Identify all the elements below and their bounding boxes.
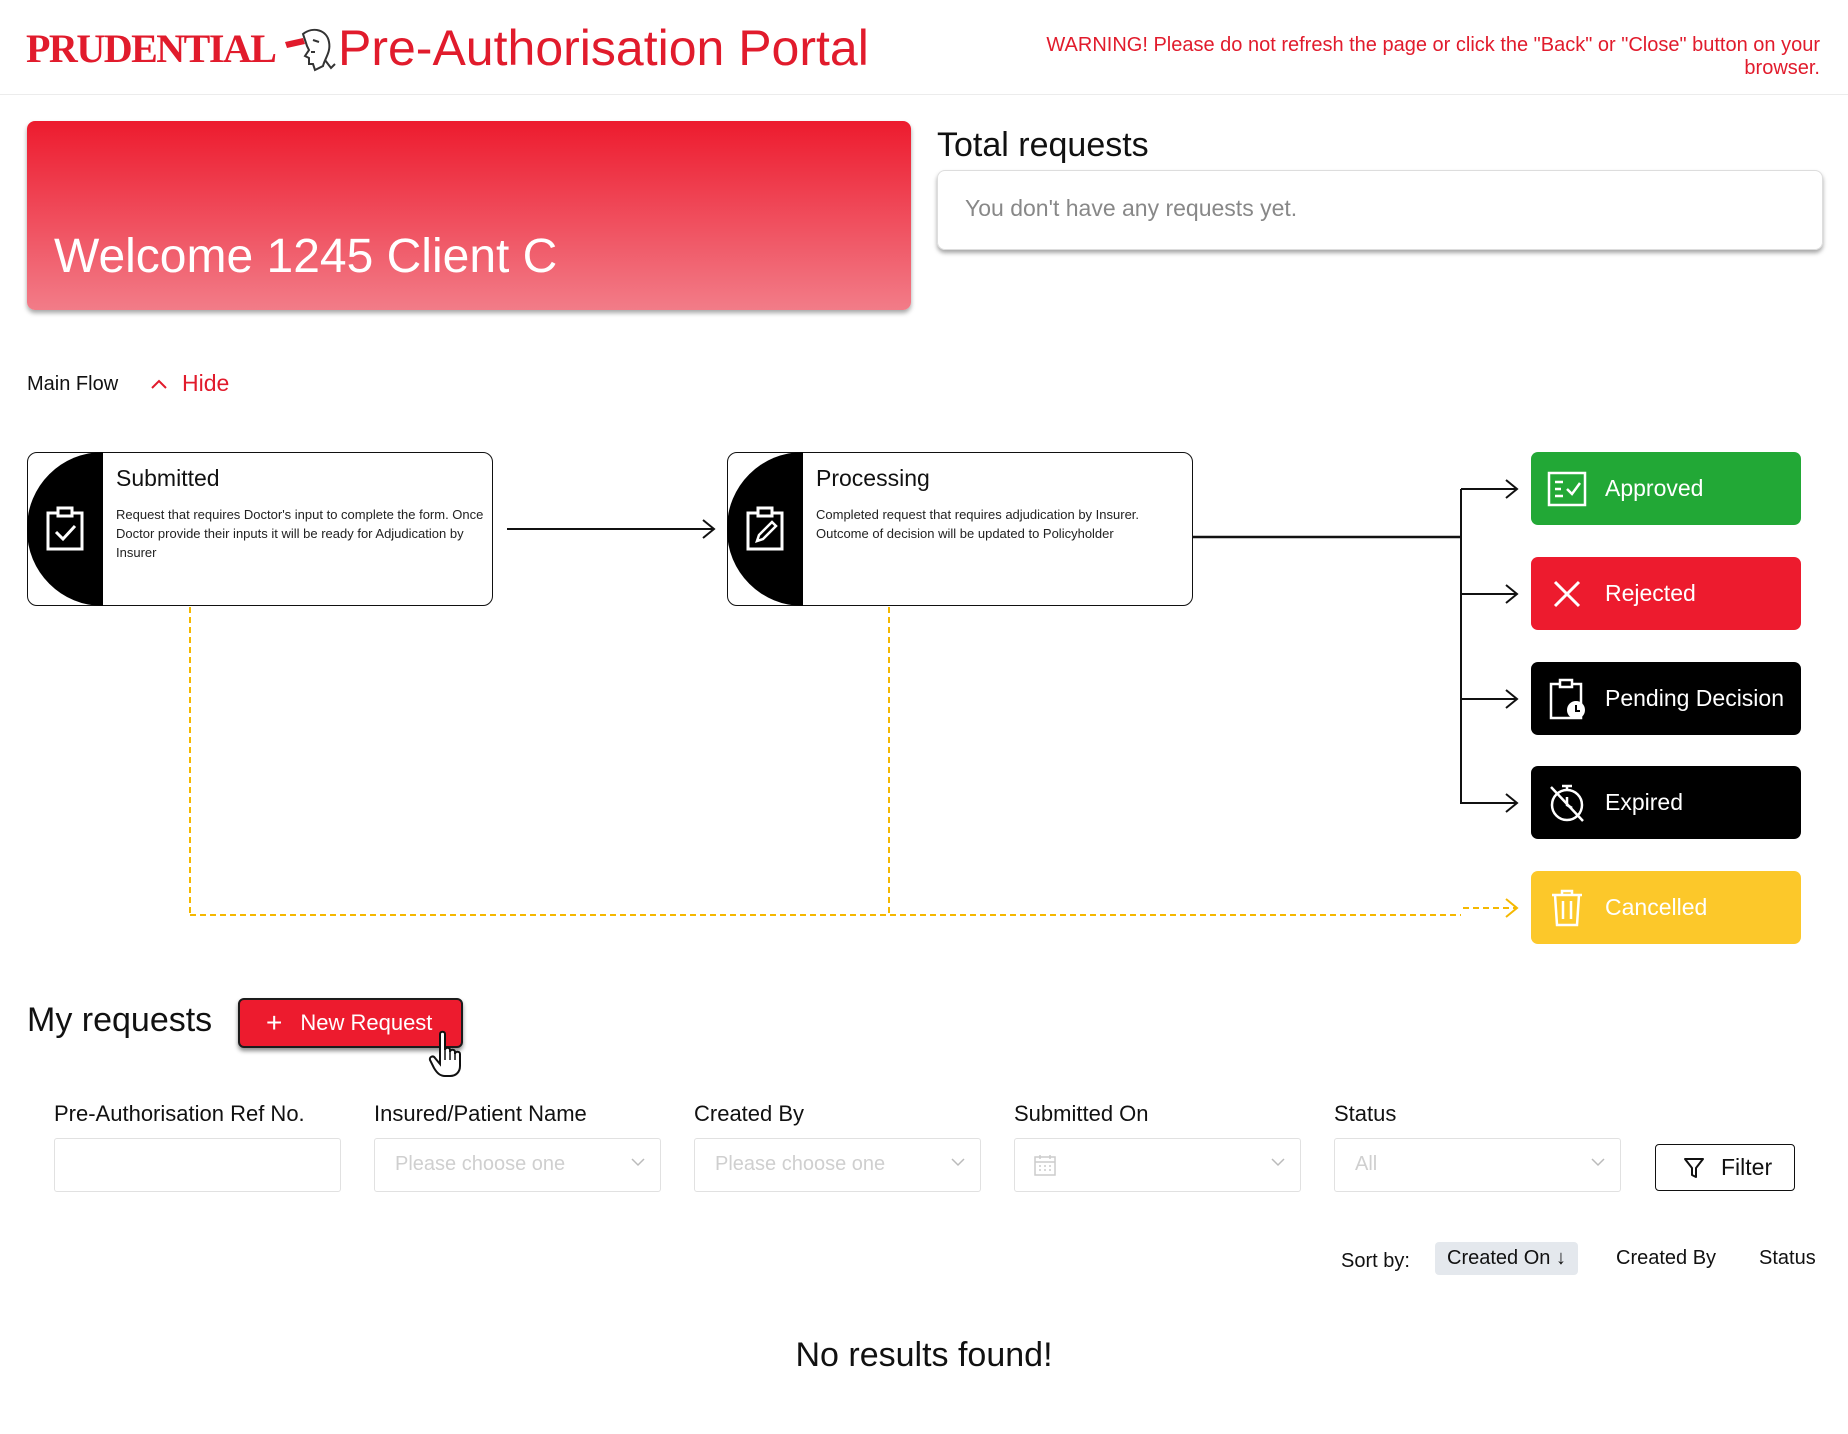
filter-label-submitted-on: Submitted On — [1014, 1101, 1149, 1126]
plus-icon: + — [266, 1007, 283, 1038]
created-by-placeholder: Please choose one — [715, 1153, 886, 1175]
flow-stage-title: Processing — [816, 465, 930, 491]
patient-name-placeholder: Please choose one — [395, 1153, 566, 1175]
funnel-icon — [1684, 1157, 1704, 1178]
status-rejected-button[interactable]: Rejected — [1531, 557, 1801, 630]
clipboard-clock-icon — [1547, 678, 1587, 719]
status-pending-decision-button[interactable]: Pending Decision — [1531, 662, 1801, 735]
filter-label-created-by: Created By — [694, 1101, 805, 1126]
created-by-select[interactable]: Please choose one — [694, 1138, 981, 1192]
status-expired-button[interactable]: Expired — [1531, 766, 1801, 839]
sort-option-label: Status — [1759, 1247, 1816, 1269]
flow-stage-cap — [27, 452, 103, 606]
sort-created-on[interactable]: Created On ↓ — [1435, 1242, 1578, 1275]
flow-stage-description: Completed request that requires adjudica… — [816, 507, 1140, 541]
trash-icon — [1547, 888, 1587, 928]
filter-label: Filter — [1721, 1154, 1773, 1180]
status-select[interactable]: All — [1334, 1138, 1621, 1192]
chevron-down-icon — [631, 1158, 645, 1167]
close-icon — [1547, 574, 1587, 614]
filter-label-status: Status — [1334, 1101, 1397, 1126]
flow-stage-title: Submitted — [116, 465, 220, 491]
flow-stage-description: Request that requires Doctor's input to … — [116, 507, 484, 560]
clipboard-edit-icon — [746, 506, 784, 551]
new-request-label: New Request — [300, 1010, 433, 1035]
status-approved-button[interactable]: Approved — [1531, 452, 1801, 525]
chevron-down-icon — [1591, 1158, 1605, 1167]
sort-option-label: Created On ↓ — [1447, 1247, 1566, 1269]
status-label: Pending Decision — [1605, 685, 1785, 711]
submitted-on-datepicker[interactable] — [1014, 1138, 1301, 1192]
no-results-message: No results found! — [795, 1336, 1053, 1374]
filter-label-ref-no: Pre-Authorisation Ref No. — [54, 1101, 305, 1126]
status-label: Approved — [1605, 475, 1704, 501]
flow-stage-cap — [727, 452, 803, 606]
timer-off-icon — [1547, 783, 1587, 823]
chevron-down-icon — [1271, 1158, 1285, 1167]
hand-cursor-icon — [428, 1030, 461, 1077]
status-label: Rejected — [1605, 580, 1696, 606]
chevron-down-icon — [951, 1158, 965, 1167]
ref-no-input[interactable] — [54, 1138, 341, 1192]
flow-stage-processing: Processing Completed request that requir… — [727, 452, 1193, 606]
status-label: Expired — [1605, 789, 1683, 815]
calendar-icon — [1034, 1155, 1056, 1176]
flow-stage-submitted: Submitted Request that requires Doctor's… — [27, 452, 493, 606]
clipboard-check-icon — [46, 506, 84, 551]
filter-button[interactable]: Filter — [1655, 1144, 1795, 1191]
patient-name-select[interactable]: Please choose one — [374, 1138, 661, 1192]
status-cancelled-button[interactable]: Cancelled — [1531, 871, 1801, 944]
sort-status[interactable]: Status — [1759, 1242, 1816, 1275]
checklist-icon — [1547, 469, 1587, 509]
status-label: Cancelled — [1605, 894, 1708, 920]
my-requests-title: My requests — [27, 1001, 213, 1039]
sort-option-label: Created By — [1616, 1247, 1717, 1269]
sort-created-by[interactable]: Created By — [1616, 1242, 1716, 1275]
sort-by-label: Sort by: — [1341, 1250, 1410, 1272]
filter-label-patient-name: Insured/Patient Name — [374, 1101, 587, 1126]
status-placeholder: All — [1355, 1153, 1378, 1175]
